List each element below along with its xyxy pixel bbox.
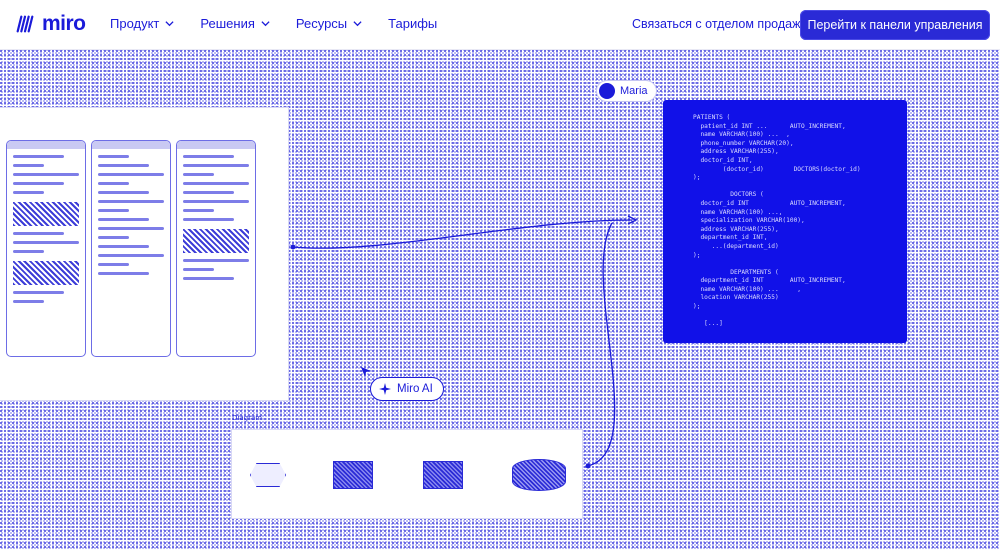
menu-item-product[interactable]: Продукт bbox=[110, 16, 174, 31]
main-menu: Продукт Решения Ресурсы Тарифы bbox=[110, 16, 437, 31]
wireframe-screen[interactable] bbox=[6, 140, 86, 357]
chevron-down-icon bbox=[353, 21, 362, 27]
collaborator-badge: Maria bbox=[597, 81, 656, 101]
sql-code-card[interactable]: PATIENTS ( patient_id INT ... AUTO_INCRE… bbox=[663, 100, 907, 343]
menu-item-solutions[interactable]: Решения bbox=[200, 16, 270, 31]
diagram-node[interactable] bbox=[423, 461, 463, 489]
diagram-frame-label: Diagram bbox=[232, 414, 263, 422]
chevron-down-icon bbox=[261, 21, 270, 27]
diagram-node[interactable] bbox=[333, 461, 373, 489]
wireframe-screen[interactable] bbox=[91, 140, 171, 357]
menu-item-label: Ресурсы bbox=[295, 16, 348, 31]
miro-ai-button[interactable]: Miro AI bbox=[370, 377, 444, 401]
chevron-down-icon bbox=[165, 21, 174, 27]
board-canvas[interactable]: Maria PATIENTS ( patient_id INT ... AUTO… bbox=[0, 50, 1000, 550]
menu-item-label: Тарифы bbox=[388, 16, 438, 31]
collaborator-name: Maria bbox=[620, 85, 648, 97]
miro-logo-icon bbox=[16, 15, 34, 33]
menu-item-label: Продукт bbox=[110, 16, 160, 31]
wireframe-screen[interactable] bbox=[176, 140, 256, 357]
miro-ai-label: Miro AI bbox=[397, 383, 433, 395]
menu-item-pricing[interactable]: Тарифы bbox=[388, 16, 437, 31]
avatar bbox=[599, 83, 615, 99]
brand-name: miro bbox=[42, 12, 86, 35]
database-node[interactable] bbox=[512, 459, 566, 491]
menu-item-label: Решения bbox=[200, 16, 255, 31]
contact-sales-link[interactable]: Связаться с отделом продаж bbox=[632, 17, 800, 31]
sparkle-icon bbox=[379, 383, 391, 395]
cursor-arrow-icon bbox=[361, 367, 371, 377]
miro-logo[interactable]: miro bbox=[14, 12, 86, 36]
menu-item-resources[interactable]: Ресурсы bbox=[296, 16, 362, 31]
top-navigation: miro Продукт Решения Ресурсы Тарифы Связ… bbox=[0, 0, 1000, 50]
go-to-dashboard-button[interactable]: Перейти к панели управления bbox=[800, 10, 990, 40]
diagram-node[interactable] bbox=[250, 463, 286, 487]
